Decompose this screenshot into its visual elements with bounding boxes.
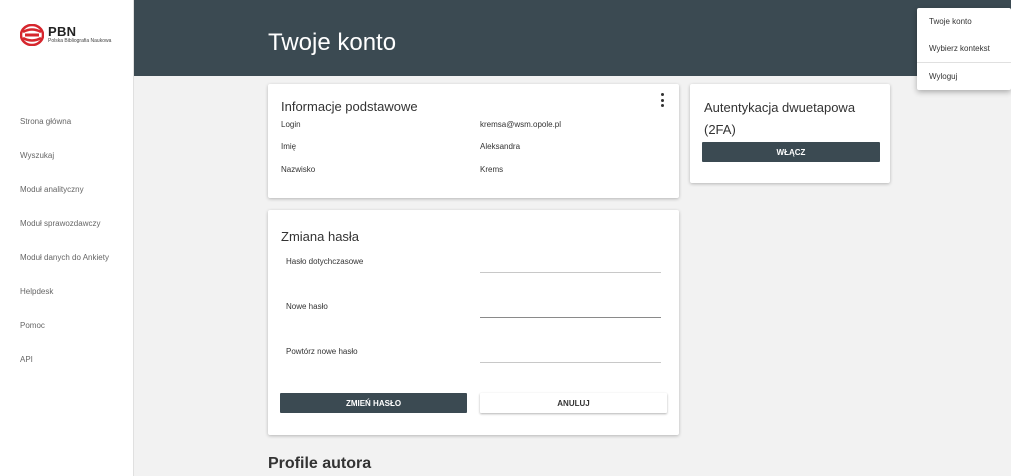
sidebar-item-pomoc[interactable]: Pomoc (0, 308, 134, 342)
header-bar: Twoje konto (134, 0, 1011, 76)
sidebar-item-modul-sprawozdawczy[interactable]: Moduł sprawozdawczy (0, 206, 134, 240)
repeat-password-label: Powtórz nowe hasło (286, 347, 358, 356)
basic-info-title: Informacje podstawowe (281, 99, 418, 114)
change-password-card: Zmiana hasła Hasło dotychczasowe Nowe ha… (268, 210, 679, 435)
login-value: kremsa@wsm.opole.pl (480, 120, 562, 129)
current-password-input[interactable] (480, 255, 661, 273)
two-factor-title: Autentykacja dwuetapowa (2FA) (704, 100, 856, 137)
logo-title: PBN (48, 24, 77, 39)
sidebar-item-helpdesk[interactable]: Helpdesk (0, 274, 134, 308)
current-password-label: Hasło dotychczasowe (286, 257, 364, 266)
menu-item-wyloguj[interactable]: Wyloguj (917, 63, 1011, 90)
menu-item-wybierz-kontekst[interactable]: Wybierz kontekst (917, 35, 1011, 62)
enable-2fa-button[interactable]: WŁĄCZ (702, 142, 880, 162)
last-name-label: Nazwisko (281, 165, 316, 174)
sidebar-item-strona-glowna[interactable]: Strona główna (0, 104, 134, 138)
sidebar-item-api[interactable]: API (0, 342, 134, 376)
kebab-menu-icon[interactable] (657, 93, 667, 107)
repeat-password-input[interactable] (480, 345, 661, 363)
new-password-label: Nowe hasło (286, 302, 328, 311)
sidebar: PBN Polska Bibliografia Naukowa Strona g… (0, 0, 134, 476)
two-factor-card: Autentykacja dwuetapowa (2FA) WŁĄCZ (690, 84, 890, 183)
cancel-button[interactable]: ANULUJ (480, 393, 667, 413)
sidebar-item-modul-analityczny[interactable]: Moduł analityczny (0, 172, 134, 206)
basic-info-card: Informacje podstawowe Login kremsa@wsm.o… (268, 84, 679, 198)
author-profiles-title: Profile autora (268, 455, 372, 472)
change-password-button[interactable]: ZMIEŃ HASŁO (280, 393, 467, 413)
pbn-logo-icon (20, 24, 44, 46)
logo[interactable]: PBN Polska Bibliografia Naukowa (20, 24, 111, 46)
sidebar-item-modul-ankiety[interactable]: Moduł danych do Ankiety (0, 240, 134, 274)
logo-subtitle: Polska Bibliografia Naukowa (48, 38, 112, 44)
last-name-value: Krems (480, 165, 504, 174)
first-name-value: Aleksandra (480, 142, 521, 151)
menu-item-twoje-konto[interactable]: Twoje konto (917, 8, 1011, 35)
login-label: Login (281, 120, 301, 129)
sidebar-item-wyszukaj[interactable]: Wyszukaj (0, 138, 134, 172)
page-title: Twoje konto (268, 29, 397, 56)
change-password-title: Zmiana hasła (281, 229, 360, 244)
first-name-label: Imię (281, 142, 297, 151)
sidebar-nav: Strona główna Wyszukaj Moduł analityczny… (0, 104, 134, 376)
new-password-input[interactable] (480, 300, 661, 318)
user-dropdown-menu: Twoje konto Wybierz kontekst Wyloguj (917, 8, 1011, 90)
